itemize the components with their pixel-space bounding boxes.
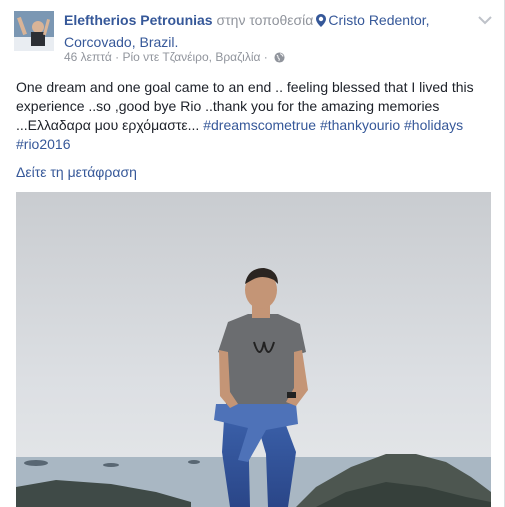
post-body: One dream and one goal came to an end ..… xyxy=(16,78,486,154)
map-pin-icon xyxy=(316,12,327,32)
post-photo[interactable] xyxy=(16,192,491,507)
hashtag[interactable]: #dreamscometrue xyxy=(203,117,316,133)
globe-icon[interactable] xyxy=(274,51,285,67)
post-timestamp[interactable]: 46 λεπτά xyxy=(64,50,112,64)
hashtag[interactable]: #holidays xyxy=(404,117,463,133)
meta-separator: · xyxy=(111,50,123,64)
at-location-text: στην τοποθεσία xyxy=(216,12,314,28)
see-translation-link[interactable]: Δείτε τη μετάφραση xyxy=(16,163,137,181)
author-avatar[interactable] xyxy=(14,11,54,51)
author-name[interactable]: Eleftherios Petrounias xyxy=(64,12,213,28)
facebook-post-card: Eleftherios Petrounias στην τοποθεσία Cri… xyxy=(0,0,505,507)
meta-place[interactable]: Ρίο ντε Τζανέιρο, Βραζιλία xyxy=(123,50,261,64)
post-meta: 46 λεπτά · Ρίο ντε Τζανέιρο, Βραζιλία · xyxy=(64,49,285,67)
meta-separator-2: · xyxy=(260,50,272,64)
hashtag[interactable]: #rio2016 xyxy=(16,136,71,152)
hashtag[interactable]: #thankyourio xyxy=(320,117,400,133)
post-header: Eleftherios Petrounias στην τοποθεσία Cri… xyxy=(64,10,474,52)
chevron-down-icon[interactable] xyxy=(478,12,492,25)
